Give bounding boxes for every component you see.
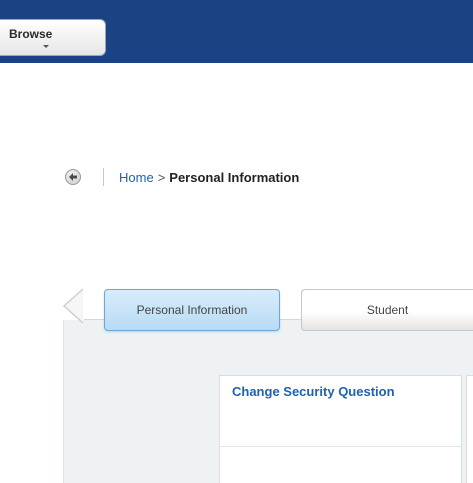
chevron-down-icon: [43, 45, 49, 48]
card-divider: [220, 446, 461, 447]
top-header-bar: Browse: [0, 0, 473, 63]
breadcrumb: Home > Personal Information: [119, 170, 299, 185]
back-arrow-icon[interactable]: [65, 169, 81, 185]
browse-button[interactable]: Browse: [0, 19, 106, 56]
next-card-edge: [466, 375, 473, 483]
breadcrumb-current: Personal Information: [169, 170, 300, 185]
breadcrumb-home-link[interactable]: Home: [119, 170, 154, 185]
card-title[interactable]: Change Security Question: [232, 384, 395, 399]
tab-student[interactable]: Student: [301, 289, 473, 331]
tab-personal-information[interactable]: Personal Information: [104, 289, 280, 331]
chevron-left-icon[interactable]: [61, 288, 85, 329]
change-security-question-card[interactable]: Change Security Question: [219, 375, 462, 483]
breadcrumb-separator: >: [157, 170, 166, 185]
browse-button-label: Browse: [9, 27, 53, 41]
breadcrumb-divider: [103, 168, 104, 186]
